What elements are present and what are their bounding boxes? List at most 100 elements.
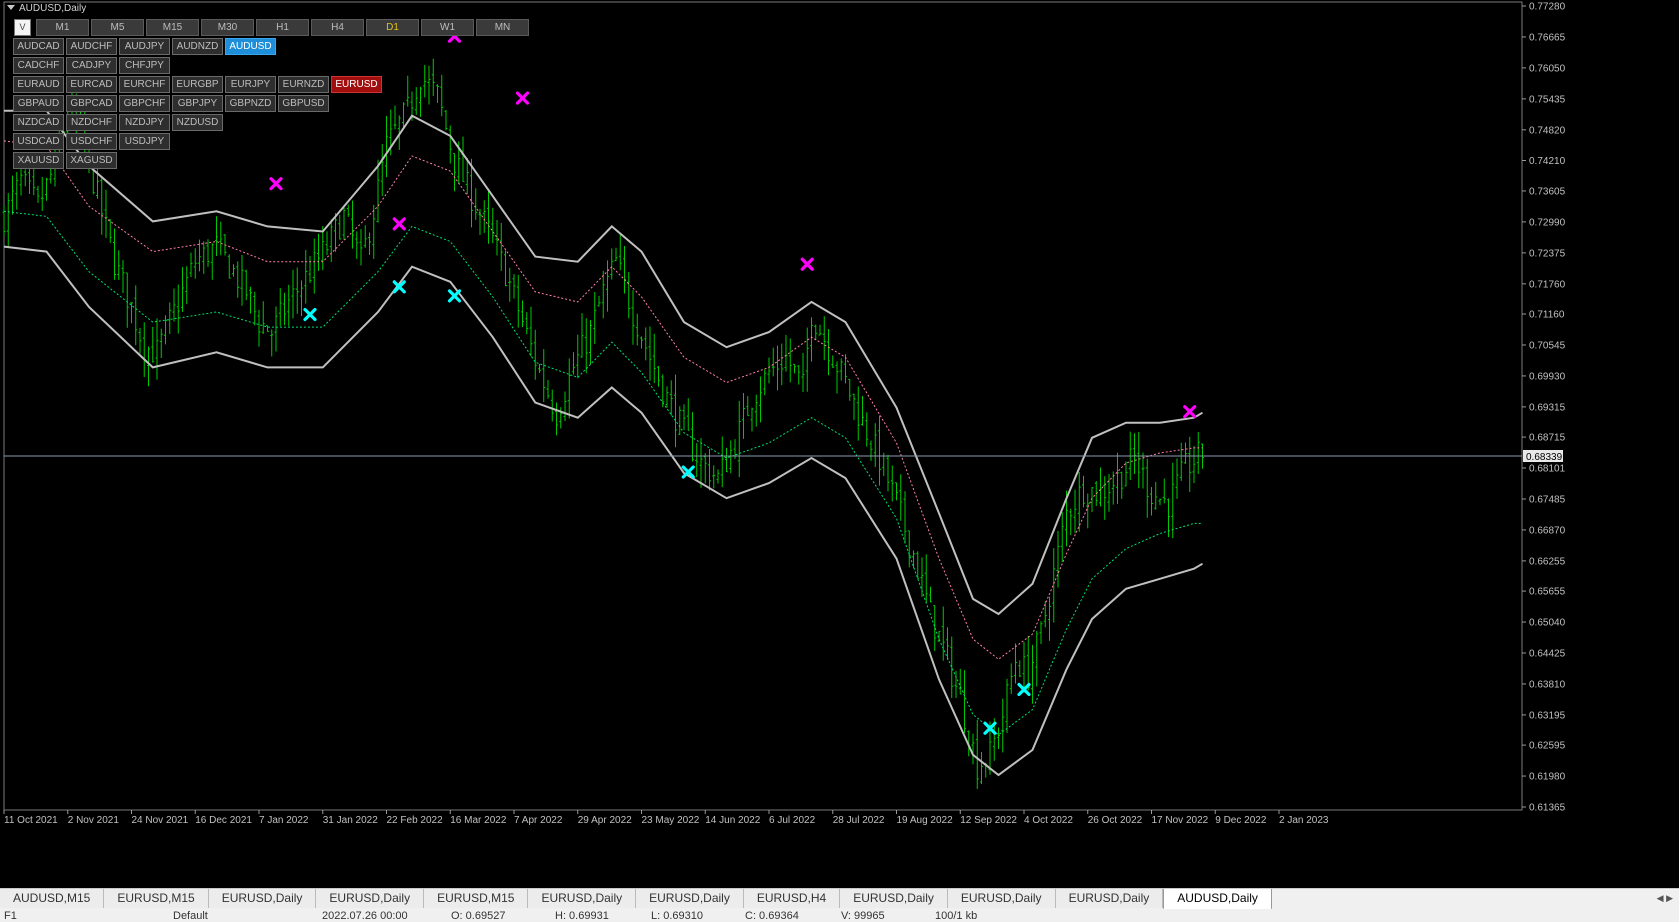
candle-bar — [402, 102, 405, 129]
symbol-button-gbpaud[interactable]: GBPAUD — [13, 95, 64, 112]
y-tick-label: 0.69930 — [1529, 371, 1566, 382]
symbol-button-eurusd[interactable]: EURUSD — [331, 76, 382, 93]
symbol-button-xauusd[interactable]: XAUUSD — [13, 152, 64, 169]
timeframe-d1-button[interactable]: D1 — [366, 19, 419, 36]
candle-bar — [725, 447, 728, 473]
timeframe-m5-button[interactable]: M5 — [91, 19, 144, 36]
chart-tab[interactable]: EURUSD,M15 — [104, 889, 209, 908]
candle-bar — [121, 259, 125, 294]
candle-bar — [108, 219, 112, 244]
symbol-button-usdcad[interactable]: USDCAD — [13, 133, 64, 150]
candle-bar — [797, 365, 801, 385]
chart-tab[interactable]: EURUSD,M15 — [424, 889, 529, 908]
candle-bar — [801, 353, 805, 393]
candle-bar — [516, 274, 520, 328]
candle-bar — [142, 322, 146, 377]
tab-scroll-arrows-icon[interactable]: ◀ ▶ — [1657, 893, 1673, 904]
candle-bar — [699, 437, 703, 488]
chart-tab[interactable]: AUDUSD,Daily — [1163, 889, 1272, 910]
symbol-button-nzdjpy[interactable]: NZDJPY — [119, 114, 170, 131]
timeframe-mn-button[interactable]: MN — [476, 19, 529, 36]
candle-bar — [504, 250, 507, 287]
candle-bar — [147, 346, 150, 387]
symbol-button-gbpcad[interactable]: GBPCAD — [66, 95, 117, 112]
symbol-button-usdjpy[interactable]: USDJPY — [119, 133, 170, 150]
symbol-button-eurjpy[interactable]: EURJPY — [225, 76, 276, 93]
candle-bar — [623, 245, 626, 294]
candle-bar — [363, 225, 367, 248]
timeframe-m1-button[interactable]: M1 — [36, 19, 89, 36]
candle-bar — [355, 231, 359, 259]
collapse-arrow-icon[interactable] — [7, 5, 15, 10]
candle-bar — [1035, 630, 1039, 687]
symbol-button-eurchf[interactable]: EURCHF — [119, 76, 170, 93]
candle-bar — [550, 389, 554, 422]
candle-bar — [329, 219, 333, 262]
chart-area[interactable]: 0.77280 0.76665 0.76050 0.75435 0.74820 0.742… — [0, 0, 1679, 888]
candle-bar — [1005, 678, 1009, 734]
candle-bar — [784, 334, 788, 372]
candle-bar — [822, 316, 826, 361]
symbol-button-cadjpy[interactable]: CADJPY — [66, 57, 117, 74]
candle-bar — [865, 412, 869, 447]
timeframe-m30-button[interactable]: M30 — [201, 19, 254, 36]
symbol-row: GBPAUD GBPCAD GBPCHF GBPJPY GBPNZD GBPUSD — [13, 95, 382, 112]
candle-bar — [1133, 433, 1136, 474]
candle-bar — [1077, 471, 1081, 532]
timeframe-h1-button[interactable]: H1 — [256, 19, 309, 36]
candle-bar — [499, 222, 503, 271]
candle-bar — [759, 376, 762, 423]
outer-upper-band-line — [4, 109, 1204, 616]
candle-bar — [164, 315, 167, 345]
candle-bar — [648, 326, 652, 381]
timeframe-h4-button[interactable]: H4 — [311, 19, 364, 36]
symbol-button-eurcad[interactable]: EURCAD — [66, 76, 117, 93]
candle-bar — [308, 256, 312, 283]
symbol-button-gbpnzd[interactable]: GBPNZD — [225, 95, 276, 112]
chart-tab[interactable]: EURUSD,Daily — [636, 889, 744, 908]
chart-tab[interactable]: EURUSD,H4 — [743, 889, 841, 908]
symbol-button-usdchf[interactable]: USDCHF — [66, 133, 117, 150]
symbol-button-euraud[interactable]: EURAUD — [13, 76, 64, 93]
chart-tab[interactable]: EURUSD,Daily — [840, 889, 948, 908]
upper-dotted-band-line — [3, 140, 1203, 660]
x-tick-label: 19 Aug 2022 — [897, 815, 954, 826]
chart-tab[interactable]: EURUSD,Daily — [528, 889, 637, 908]
symbol-button-gbpjpy[interactable]: GBPJPY — [172, 95, 223, 112]
symbol-button-nzdchf[interactable]: NZDCHF — [66, 114, 117, 131]
candle-bar — [695, 443, 699, 478]
timeframe-m15-button[interactable]: M15 — [146, 19, 199, 36]
symbol-button-audcad[interactable]: AUDCAD — [13, 38, 64, 55]
timeframe-w1-button[interactable]: W1 — [421, 19, 474, 36]
chart-tab[interactable]: AUDUSD,M15 — [0, 889, 105, 908]
chart-title[interactable]: AUDUSD,Daily — [7, 3, 86, 14]
symbol-button-nzdcad[interactable]: NZDCAD — [13, 114, 64, 131]
symbol-button-audchf[interactable]: AUDCHF — [66, 38, 117, 55]
chart-tab[interactable]: EURUSD,Daily — [316, 889, 425, 908]
symbol-button-audjpy[interactable]: AUDJPY — [119, 38, 170, 55]
symbol-button-audnzd[interactable]: AUDNZD — [172, 38, 223, 55]
symbol-row: USDCAD USDCHF USDJPY — [13, 133, 382, 150]
chart-tab[interactable]: EURUSD,Daily — [208, 889, 317, 908]
candle-bar — [266, 325, 269, 332]
chart-tab[interactable]: EURUSD,Daily — [1055, 889, 1164, 908]
toolbar-collapse-button[interactable]: V — [14, 19, 31, 36]
candle-bar — [563, 391, 567, 421]
candle-bar — [448, 125, 452, 164]
candle-bar — [533, 329, 537, 380]
candle-bar — [423, 64, 427, 98]
symbol-button-nzdusd[interactable]: NZDUSD — [172, 114, 223, 131]
chart-tab[interactable]: EURUSD,Daily — [947, 889, 1056, 908]
symbol-button-gbpusd[interactable]: GBPUSD — [278, 95, 329, 112]
symbol-button-eurgbp[interactable]: EURGBP — [172, 76, 223, 93]
candle-bar — [958, 668, 962, 695]
y-tick-label: 0.66870 — [1529, 525, 1566, 536]
symbol-button-audusd[interactable]: AUDUSD — [225, 38, 276, 55]
symbol-button-gbpchf[interactable]: GBPCHF — [119, 95, 170, 112]
symbol-button-eurnzd[interactable]: EURNZD — [278, 76, 329, 93]
candle-bar — [567, 358, 571, 419]
symbol-button-cadchf[interactable]: CADCHF — [13, 57, 64, 74]
y-tick-label: 0.74210 — [1529, 156, 1566, 167]
symbol-button-xagusd[interactable]: XAGUSD — [66, 152, 117, 169]
symbol-button-chfjpy[interactable]: CHFJPY — [119, 57, 170, 74]
